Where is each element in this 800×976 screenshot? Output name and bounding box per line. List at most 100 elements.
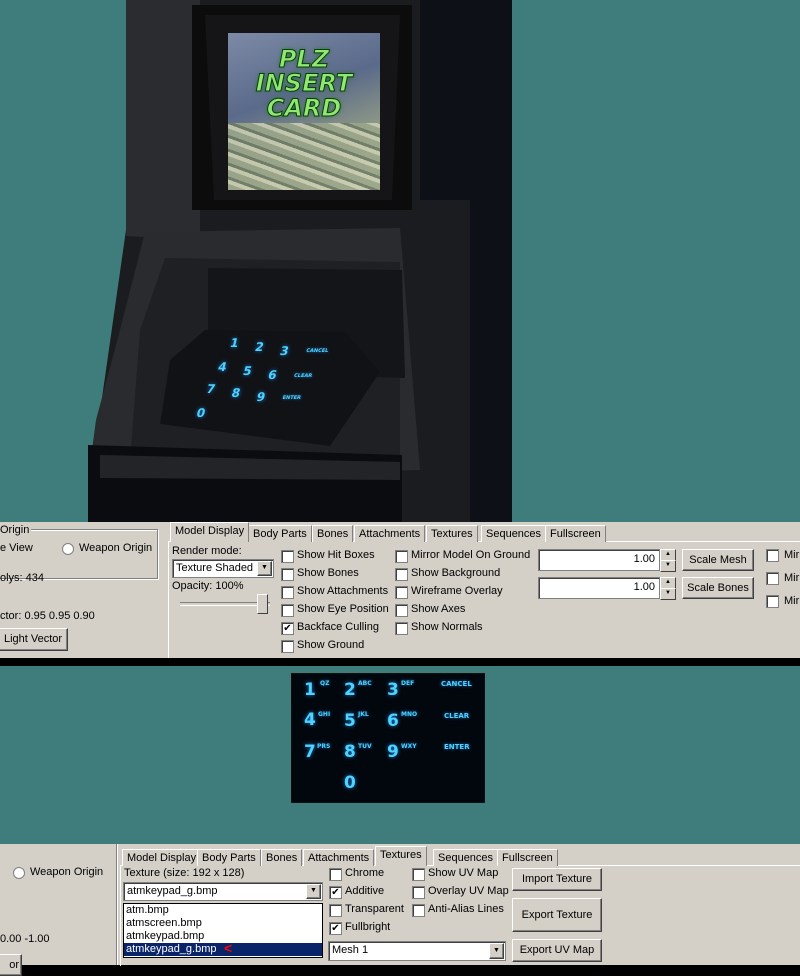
view-label[interactable]: e View (0, 542, 33, 554)
separator-band (0, 658, 800, 666)
texture-key-0: 0 (344, 773, 356, 793)
tab-fullscreen[interactable]: Fullscreen (545, 525, 606, 542)
checkbox[interactable]: ✔ (281, 622, 294, 635)
checkbox[interactable] (412, 886, 425, 899)
texture-dropdown-list[interactable]: atm.bmp atmscreen.bmp atmkeypad.bmp atmk… (123, 903, 323, 958)
texture-select[interactable]: atmkeypad_g.bmp ▼ (123, 882, 323, 901)
screen-line-2: INSERT (255, 69, 353, 98)
bottom-tab-textures[interactable]: Textures (375, 846, 427, 866)
checkbox[interactable]: ✔ (329, 922, 342, 935)
opacity-slider-thumb[interactable] (257, 594, 268, 614)
checkbox[interactable] (395, 550, 408, 563)
texture-list-item[interactable]: atm.bmp (124, 904, 322, 917)
render-mode-select[interactable]: Texture Shaded ▼ (172, 559, 274, 578)
tab-textures[interactable]: Textures (426, 525, 478, 542)
bottom-tab-body-parts[interactable]: Body Parts (197, 849, 261, 866)
tab-bones[interactable]: Bones (312, 525, 354, 542)
texture-key-4-letters: GHI (318, 711, 331, 718)
scale-mesh-button[interactable]: Scale Mesh (682, 549, 754, 571)
checkbox[interactable] (281, 604, 294, 617)
render-mode-label: Render mode: (172, 545, 242, 557)
mirror-x-checkbox[interactable] (766, 549, 779, 562)
scale-mesh-field[interactable]: 1.00 (538, 549, 660, 571)
checkbox-label: Show UV Map (428, 867, 499, 879)
texture-key-9-letters: WXY (401, 743, 417, 750)
model-key-enter: ENTER (281, 395, 302, 401)
tab-body-parts[interactable]: Body Parts (248, 525, 312, 542)
texture-select-value: atmkeypad_g.bmp (127, 885, 218, 897)
texture-key-7: 7 (304, 742, 316, 762)
model-key-cancel: CANCEL (305, 348, 329, 354)
mesh-select[interactable]: Mesh 1 ▼ (328, 941, 506, 961)
texture-key-1-letters: QZ (320, 680, 330, 687)
texture-key-6-letters: MNO (401, 711, 418, 718)
light-vector-label: ctor: 0.95 0.95 0.90 (0, 610, 95, 622)
weapon-origin-radio[interactable] (62, 543, 74, 555)
checkbox[interactable] (329, 904, 342, 917)
scale-bones-value: 1.00 (633, 581, 655, 593)
checkbox[interactable] (281, 586, 294, 599)
texture-list-item-selected[interactable]: atmkeypad_g.bmp (124, 943, 322, 956)
export-texture-button[interactable]: Export Texture (512, 898, 602, 932)
money-decoration (228, 123, 380, 190)
chevron-down-icon[interactable]: ▼ (489, 943, 504, 959)
import-texture-button[interactable]: Import Texture (512, 868, 602, 891)
tab-attachments[interactable]: Attachments (354, 525, 426, 542)
model-key-7: 7 (205, 382, 217, 396)
texture-key-3-letters: DEF (401, 680, 415, 687)
scale-mesh-spin-down[interactable]: ▼ (660, 560, 676, 572)
bottom-tab-attachments[interactable]: Attachments (303, 849, 375, 866)
bottom-tab-fullscreen[interactable]: Fullscreen (497, 849, 558, 866)
light-vector-button[interactable]: Light Vector (0, 628, 68, 651)
checkbox-label: Fullbright (345, 921, 391, 933)
origin-group-title: Origin (0, 524, 32, 536)
checkbox-label: Backface Culling (297, 621, 379, 633)
chevron-down-icon[interactable]: ▼ (257, 561, 272, 576)
checkbox[interactable] (412, 904, 425, 917)
checkbox[interactable] (412, 868, 425, 881)
checkbox[interactable] (395, 586, 408, 599)
checkbox[interactable] (395, 604, 408, 617)
bottom-tab-bones[interactable]: Bones (261, 849, 303, 866)
weapon-origin-label: Weapon Origin (79, 542, 153, 554)
checkbox-label: Show Background (411, 567, 501, 579)
chevron-down-icon[interactable]: ▼ (306, 884, 321, 899)
bottom-cut-button[interactable]: or (0, 954, 22, 976)
texture-key-clear: CLEAR (444, 712, 470, 720)
model-keypad: 1 2 3 CANCEL 4 5 6 CLEAR 7 8 9 ENTER 0 (168, 336, 342, 432)
checkbox[interactable] (329, 868, 342, 881)
atm-model (88, 0, 512, 522)
tab-sequences[interactable]: Sequences (481, 525, 547, 542)
model-viewport[interactable]: PLZ INSERT CARD 1 2 3 CANCEL 4 5 6 CLEAR… (0, 0, 800, 522)
bottom-tab-sequences[interactable]: Sequences (433, 849, 499, 866)
checkbox[interactable] (395, 568, 408, 581)
mirror-y-checkbox[interactable] (766, 572, 779, 585)
checkbox[interactable]: ✔ (329, 886, 342, 899)
model-key-clear: CLEAR (293, 373, 313, 379)
bottom-weapon-origin-label: Weapon Origin (30, 866, 104, 878)
mirror-z-checkbox[interactable] (766, 595, 779, 608)
screen-line-3: CARD (266, 94, 342, 123)
scale-bones-field[interactable]: 1.00 (538, 577, 660, 599)
scale-bones-button[interactable]: Scale Bones (682, 577, 754, 599)
top-control-panel: Origin e View Weapon Origin olys: 434 ct… (0, 522, 800, 659)
checkbox-label: Anti-Alias Lines (428, 903, 504, 915)
checkbox[interactable] (395, 622, 408, 635)
bottom-tab-model-display[interactable]: Model Display (122, 849, 202, 866)
checkbox[interactable] (281, 640, 294, 653)
texture-viewport[interactable]: 1 QZ 2 ABC 3 DEF CANCEL 4 GHI 5 JKL 6 MN… (0, 666, 800, 844)
model-key-4: 4 (216, 360, 229, 374)
bottom-weapon-origin-radio[interactable] (13, 867, 25, 879)
tab-model-display[interactable]: Model Display (170, 522, 250, 542)
texture-key-6: 6 (387, 711, 399, 731)
model-key-5: 5 (241, 364, 254, 378)
checkbox-label: Chrome (345, 867, 385, 879)
texture-list-item[interactable]: atmscreen.bmp (124, 917, 322, 930)
checkbox[interactable] (281, 568, 294, 581)
scale-bones-spin-down[interactable]: ▼ (660, 588, 676, 600)
red-arrow-annotation: < (224, 940, 233, 956)
checkbox-label: Show Ground (297, 639, 365, 651)
texture-list-item[interactable]: atmkeypad.bmp (124, 930, 322, 943)
export-uv-map-button[interactable]: Export UV Map (512, 939, 602, 962)
checkbox[interactable] (281, 550, 294, 563)
